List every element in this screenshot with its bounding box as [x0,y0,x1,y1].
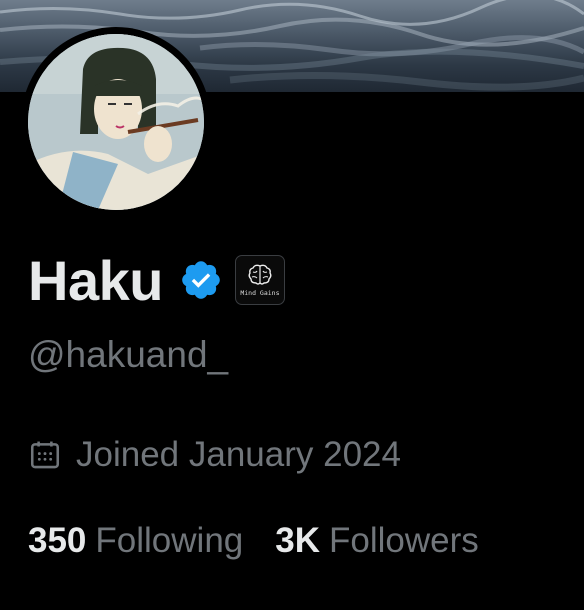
brain-icon [248,264,272,285]
followers-link[interactable]: 3K Followers [275,521,479,561]
calendar-icon [30,441,60,469]
verified-check-icon[interactable] [179,258,223,302]
joined-date: Joined January 2024 [76,435,401,474]
affiliate-badge-label: Mind Gains [240,289,280,297]
follow-stats: 350 Following 3K Followers [28,518,479,564]
affiliate-badge[interactable]: Mind Gains [234,255,285,305]
following-count: 350 [28,521,87,560]
display-name: Haku [28,248,163,312]
following-link[interactable]: 350 Following [28,521,243,561]
followers-label: Followers [329,521,479,560]
avatar[interactable] [28,34,204,210]
username-handle: @hakuand_ [28,334,229,375]
followers-count: 3K [275,521,321,560]
name-row: Haku Mind Gains [28,248,285,312]
avatar-illustration [28,34,204,210]
following-label: Following [95,521,244,560]
joined-date-row: Joined January 2024 [28,433,401,477]
